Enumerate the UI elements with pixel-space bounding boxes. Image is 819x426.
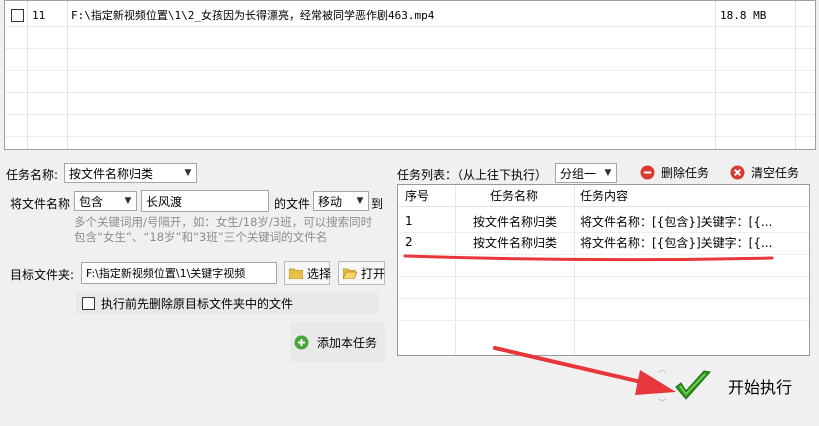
- task-row-content: 将文件名称：[{包含}]关键字：[{...: [580, 235, 773, 250]
- file-row-checkbox[interactable]: [11, 8, 24, 22]
- clear-tasks-button[interactable]: 清空任务: [730, 164, 799, 181]
- row-separator: [5, 114, 815, 115]
- start-execute-button[interactable]: 开始执行: [674, 364, 814, 408]
- row-separator: [398, 276, 809, 277]
- task-row[interactable]: 2 按文件名称归类 将文件名称：[{包含}]关键字：[{...: [398, 231, 809, 253]
- close-circle-icon: [730, 165, 745, 180]
- add-task-button[interactable]: 添加本任务: [290, 322, 385, 362]
- filename-label: 将文件名称: [10, 197, 71, 211]
- select-folder-button[interactable]: 选择: [284, 261, 332, 285]
- target-folder-input[interactable]: [81, 262, 277, 284]
- task-row-name: 按文件名称归类: [473, 214, 558, 229]
- row-separator: [5, 136, 815, 137]
- task-name-select[interactable]: 按文件名称归类 ▼: [64, 163, 197, 183]
- task-row-name: 按文件名称归类: [473, 235, 558, 250]
- row-separator: [398, 298, 809, 299]
- chevron-down-icon: ▼: [356, 196, 364, 206]
- file-row-path: F:\指定新视频位置\1\2_女孩因为长得漂亮，经常被同学恶作剧463.mp4: [71, 9, 435, 22]
- keyword-hint-line: 包含“女生”、“18岁”和“3班”三个关键词的文件名: [74, 230, 328, 244]
- header-no: 序号: [405, 189, 430, 203]
- keyword-input[interactable]: [141, 190, 269, 212]
- group-select[interactable]: 分组一 ▼: [555, 163, 617, 183]
- clear-tasks-label: 清空任务: [751, 166, 800, 180]
- file-row-index: 11: [32, 8, 46, 22]
- to-label: 到: [371, 197, 384, 211]
- action-select[interactable]: 移动 ▼: [313, 191, 369, 211]
- file-row[interactable]: 11 F:\指定新视频位置\1\2_女孩因为长得漂亮，经常被同学恶作剧463.m…: [5, 4, 815, 26]
- match-mode-value: 包含: [79, 194, 104, 209]
- chevron-up-icon[interactable]: ︿: [656, 364, 668, 376]
- chevron-down-icon: ▼: [124, 196, 132, 206]
- header-name: 任务名称: [490, 189, 539, 203]
- match-mode-select[interactable]: 包含 ▼: [74, 191, 137, 211]
- task-name-value: 按文件名称归类: [69, 166, 154, 181]
- task-row-content: 将文件名称：[{包含}]关键字：[{...: [580, 214, 773, 229]
- open-folder-button[interactable]: 打开: [338, 261, 385, 285]
- row-separator: [5, 48, 815, 49]
- row-separator: [5, 92, 815, 93]
- chevron-down-icon: ▼: [604, 168, 612, 178]
- of-file-label: 的文件: [274, 197, 311, 211]
- action-value: 移动: [318, 194, 343, 209]
- chevron-down-icon: ▼: [184, 168, 192, 178]
- clear-before-checkbox-row[interactable]: 执行前先删除原目标文件夹中的文件: [76, 292, 378, 314]
- add-icon: [294, 335, 309, 350]
- header-content: 任务内容: [580, 189, 629, 203]
- file-row-size: 18.8 MB: [720, 8, 767, 22]
- delete-task-label: 删除任务: [661, 166, 710, 180]
- clear-before-label: 执行前先删除原目标文件夹中的文件: [101, 296, 294, 311]
- task-row[interactable]: 1 按文件名称归类 将文件名称：[{包含}]关键字：[{...: [398, 210, 809, 232]
- row-separator: [398, 254, 809, 255]
- chevron-down-icon[interactable]: ﹀: [656, 398, 668, 410]
- row-separator: [5, 26, 815, 27]
- keyword-hint: 多个关键词用/号隔开，如：女生/18岁/3班，可以搜索同时 包含“女生”、“18…: [74, 215, 394, 245]
- select-button-label: 选择: [307, 266, 332, 281]
- task-list-header: 序号 任务名称 任务内容: [398, 185, 809, 207]
- file-list[interactable]: 11 F:\指定新视频位置\1\2_女孩因为长得漂亮，经常被同学恶作剧463.m…: [4, 0, 816, 150]
- delete-task-button[interactable]: 删除任务: [640, 164, 709, 181]
- task-name-label: 任务名称:: [6, 168, 59, 182]
- check-icon: [674, 369, 712, 403]
- task-row-no: 2: [405, 235, 413, 249]
- task-list-label: 任务列表：（从上往下执行）: [397, 168, 548, 182]
- open-button-label: 打开: [361, 266, 386, 281]
- keyword-hint-line: 多个关键词用/号隔开，如：女生/18岁/3班，可以搜索同时: [74, 215, 373, 229]
- row-separator: [5, 70, 815, 71]
- target-folder-label: 目标文件夹:: [10, 268, 75, 282]
- task-row-no: 1: [405, 214, 413, 228]
- task-list-grid[interactable]: 序号 任务名称 任务内容 1 按文件名称归类 将文件名称：[{包含}]关键字：[…: [397, 184, 810, 356]
- group-value: 分组一: [560, 166, 597, 181]
- row-separator: [398, 320, 809, 321]
- start-execute-label: 开始执行: [728, 378, 793, 397]
- clear-before-checkbox[interactable]: [82, 296, 95, 310]
- folder-icon: [289, 267, 303, 279]
- scroll-arrows[interactable]: ︿ ﹀: [656, 364, 668, 410]
- open-folder-icon: [343, 267, 357, 279]
- minus-circle-icon: [640, 165, 655, 180]
- add-task-label: 添加本任务: [317, 335, 378, 350]
